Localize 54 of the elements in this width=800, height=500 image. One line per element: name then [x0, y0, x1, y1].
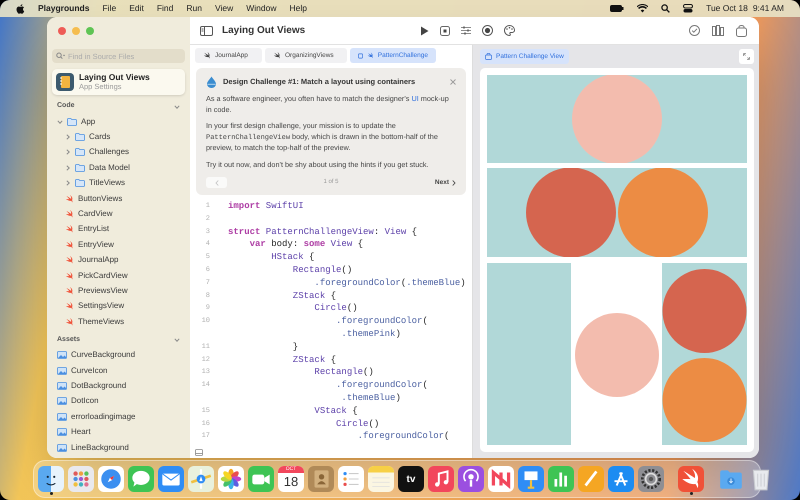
app-menu[interactable]: Playgrounds: [38, 2, 90, 15]
sidebar-item[interactable]: CardView: [47, 206, 190, 222]
sidebar-item[interactable]: DotIcon: [47, 394, 190, 410]
tv-label: tv: [406, 472, 416, 486]
menu-item[interactable]: Edit: [129, 2, 144, 15]
sidebar-item[interactable]: ThemeViews: [47, 314, 190, 330]
code-line: HStack {: [270, 251, 314, 264]
code-line: Rectangle(): [313, 366, 374, 380]
menu-item[interactable]: Find: [156, 2, 174, 15]
code-line: VStack {: [313, 404, 358, 418]
sidebar-item[interactable]: DotBackground: [47, 378, 190, 394]
menu-bar-date: Tue Oct 18: [706, 2, 748, 15]
sidebar-item[interactable]: CurveIcon: [47, 362, 190, 378]
code-line: .foregroundColor(.themeBlue): [313, 276, 466, 290]
sidebar-item[interactable]: EntryView: [47, 237, 190, 253]
sidebar-item[interactable]: Challenges: [47, 144, 190, 160]
sidebar-item[interactable]: errorloadingimage: [47, 409, 190, 424]
code-line: .foregroundColor(: [356, 430, 450, 444]
code-line: import SwiftUI: [228, 200, 304, 213]
sidebar-item[interactable]: LineBackground: [47, 440, 190, 456]
menu-item[interactable]: View: [214, 2, 234, 15]
sidebar-item[interactable]: EntryList: [47, 222, 190, 238]
calendar-day: 18: [284, 473, 298, 490]
sidebar-item[interactable]: Cards: [47, 129, 190, 145]
code-line: .themeBlue): [340, 392, 401, 405]
sidebar-item[interactable]: Heart: [47, 424, 190, 440]
sidebar-item[interactable]: SettingsView: [47, 298, 190, 314]
code-line: }: [292, 340, 298, 354]
code-line: .themePink): [340, 328, 401, 341]
code-line: Circle(): [335, 418, 380, 430]
code-line: struct PatternChallengeView: View {: [228, 226, 418, 238]
menu-item[interactable]: File: [102, 2, 116, 15]
sidebar-item[interactable]: Data Model: [47, 160, 190, 176]
menu-item[interactable]: Window: [246, 2, 276, 15]
menu-bar-time: 9:41 AM: [752, 2, 784, 15]
project-title: Laying Out Views: [79, 72, 150, 82]
sidebar-item[interactable]: PreviewsView: [47, 283, 190, 299]
sidebar-item[interactable]: TitleViews: [47, 176, 190, 191]
code-line: .foregroundColor(: [335, 379, 428, 392]
sidebar-item[interactable]: ButtonViews: [47, 190, 190, 206]
tv-icon[interactable]: tv: [398, 466, 424, 492]
sidebar-item[interactable]: PickCardView: [47, 268, 190, 284]
code-line: Rectangle(): [292, 264, 352, 277]
sidebar-item[interactable]: JournalApp: [47, 252, 190, 268]
menu-item[interactable]: Run: [186, 2, 202, 15]
code-line: ZStack {: [292, 290, 336, 302]
code-line: Circle(): [313, 302, 358, 316]
code-line: .foregroundColor(: [335, 315, 428, 328]
window-title: Laying Out Views: [222, 24, 306, 38]
sidebar-item[interactable]: App: [47, 114, 190, 130]
menu-item[interactable]: Help: [290, 2, 307, 15]
code-line: ZStack {: [292, 354, 336, 366]
code-line: var body: some View {: [248, 238, 364, 252]
sidebar-item[interactable]: CurveBackground: [47, 347, 190, 363]
